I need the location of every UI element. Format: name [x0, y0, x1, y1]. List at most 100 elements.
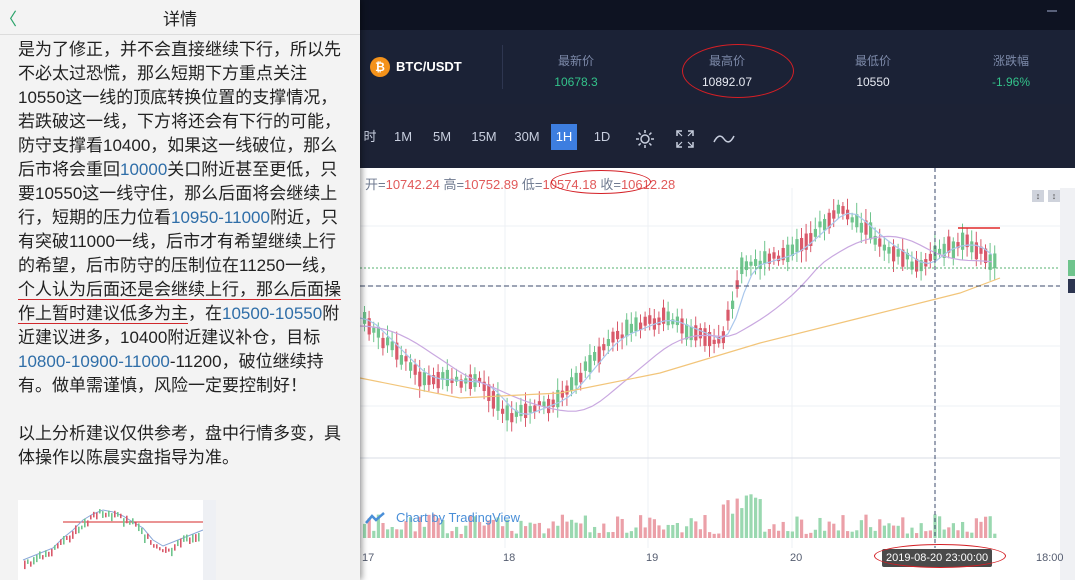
volume-bar — [804, 533, 808, 538]
candle — [629, 323, 633, 334]
candle — [565, 385, 569, 395]
interval-1d[interactable]: 1D — [589, 124, 615, 150]
volume-bar — [606, 532, 610, 538]
thumbnail-candle — [45, 550, 47, 558]
volume-bar — [560, 514, 564, 538]
volume-bar — [882, 525, 886, 538]
thumbnail-candle — [108, 510, 110, 517]
candle — [892, 246, 896, 262]
thumbnail-candle — [81, 525, 83, 530]
volume-bar — [588, 532, 592, 538]
interval-30m[interactable]: 30M — [510, 124, 544, 150]
volume-bar — [850, 531, 854, 538]
candle — [643, 316, 647, 326]
candle — [409, 362, 413, 371]
low-label: 低= — [521, 177, 543, 192]
volume-bar — [951, 523, 955, 538]
panel-title: 详情 — [163, 10, 197, 29]
thumbnail-candle — [24, 560, 26, 570]
volume-bar — [629, 531, 633, 538]
stat-value: 10550 — [856, 75, 890, 89]
thumbnail-candle — [174, 544, 176, 551]
candle — [961, 232, 965, 250]
candle — [648, 315, 652, 324]
candle — [574, 372, 578, 386]
stat-label: 涨跌幅 — [992, 54, 1029, 68]
interval-5m[interactable]: 5M — [429, 124, 455, 150]
volume-bar — [892, 525, 896, 538]
candle — [528, 406, 532, 413]
divider — [502, 45, 503, 89]
volume-bar — [956, 530, 960, 538]
candle — [390, 341, 394, 351]
volume-bar — [758, 499, 762, 538]
tradingview-watermark[interactable]: Chart by TradingView — [396, 510, 520, 525]
volume-bar — [896, 525, 900, 538]
volume-bar — [399, 529, 403, 538]
volume-bar — [970, 532, 974, 538]
volume-bar — [942, 529, 946, 538]
interval-15m[interactable]: 15M — [468, 124, 500, 150]
thumbnail-candle — [144, 534, 146, 544]
volume-bar — [712, 533, 716, 538]
volume-bar — [878, 519, 882, 538]
candle — [928, 253, 932, 261]
thumbnail-candle — [132, 518, 134, 525]
interval-1h[interactable]: 1H — [551, 124, 577, 150]
interval-1m[interactable]: 1M — [390, 124, 416, 150]
thumbnail-candle — [123, 518, 125, 527]
menu-icon[interactable] — [1047, 10, 1057, 12]
volume-bar — [818, 517, 822, 538]
volume-bar — [947, 527, 951, 538]
thumbnail-candle — [60, 539, 62, 545]
thumbnail-candle — [87, 520, 89, 527]
scale-up-icon[interactable]: ↕ — [1032, 190, 1044, 202]
thumbnail-candle — [42, 555, 44, 560]
scale-down-icon[interactable]: ↕ — [1048, 190, 1060, 202]
candle — [491, 391, 495, 409]
volume-bar — [556, 525, 560, 538]
thumbnail-candle — [138, 523, 140, 532]
volume-bar — [694, 521, 698, 538]
volume-bar — [887, 523, 891, 538]
thumbnail-candle — [120, 513, 122, 519]
volume-bar — [919, 523, 923, 538]
volume-bar — [763, 531, 767, 538]
candle — [593, 351, 597, 361]
settings-gear-icon[interactable] — [634, 126, 656, 152]
volume-bar — [542, 533, 546, 538]
thumbnail-candle — [183, 535, 185, 542]
x-tick: 18 — [503, 552, 516, 564]
fullscreen-icon[interactable] — [674, 126, 696, 152]
candle — [882, 244, 886, 251]
volume-bar — [938, 516, 942, 538]
thumbnail-candle — [27, 559, 29, 564]
candle — [519, 404, 523, 417]
candle — [418, 371, 422, 387]
last-price-marker — [1068, 260, 1075, 276]
thumbnail-candle — [30, 561, 32, 567]
thumbnail-candle — [153, 544, 155, 548]
volume-bar — [514, 533, 518, 538]
volume-bar — [372, 530, 376, 538]
volume-bar — [551, 521, 555, 538]
interval-partial[interactable]: 时 — [360, 124, 380, 150]
chart-area[interactable]: 开=10742.24 高=10752.89 低=10574.18 收=10612… — [360, 168, 1075, 580]
volume-bar — [910, 527, 914, 538]
volume-bar — [413, 531, 417, 538]
candle — [436, 371, 440, 389]
candle — [634, 317, 638, 332]
volume-bar — [915, 533, 919, 538]
candle — [970, 241, 974, 253]
pair-name[interactable]: BTC/USDT — [396, 59, 462, 74]
article-paragraph-1: 是为了修正，并不会直接继续下行，所以先不必太过恐慌，那么短期下方重点关注1055… — [18, 38, 350, 398]
x-tick: 17 — [362, 552, 375, 564]
thumbnail-candle — [117, 512, 119, 517]
price-highlight: 10800-10900-11000 — [18, 352, 170, 371]
volume-bar — [570, 519, 574, 538]
chart-thumbnail[interactable] — [18, 500, 216, 580]
indicator-wave-icon[interactable] — [712, 126, 736, 152]
volume-bar — [524, 526, 528, 538]
volume-bar — [666, 524, 670, 538]
thumbnail-candle — [165, 546, 167, 553]
